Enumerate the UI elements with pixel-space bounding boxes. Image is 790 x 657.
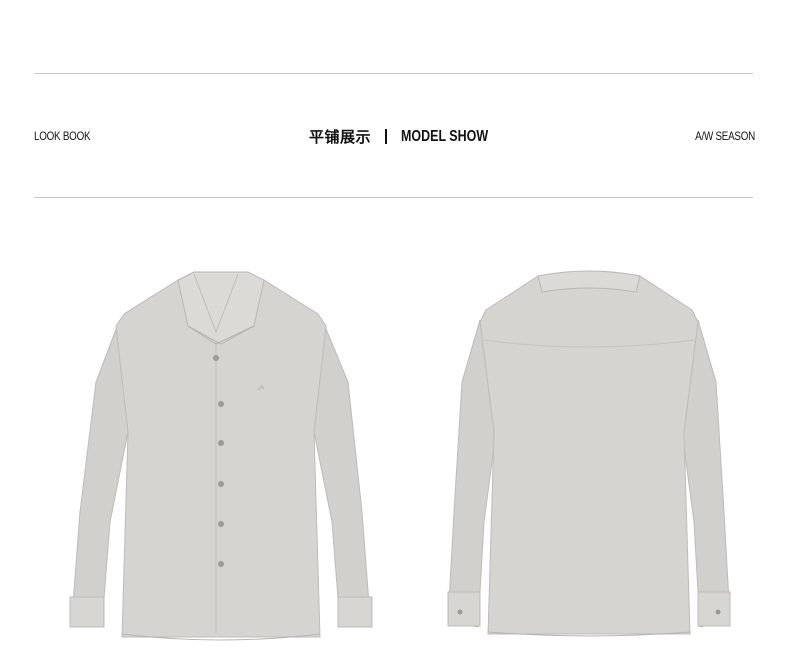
section-header: LOOK BOOK 平铺展示 MODEL SHOW A/W SEASON xyxy=(34,126,755,148)
shirt-back-image xyxy=(446,262,732,642)
right-cuff xyxy=(697,591,731,627)
title-separator xyxy=(385,129,388,144)
shirt-front-image xyxy=(66,262,378,642)
left-cuff xyxy=(69,596,105,628)
bottom-divider xyxy=(34,197,753,198)
top-divider xyxy=(34,73,753,74)
look-book-label: LOOK BOOK xyxy=(34,129,91,143)
title-chinese: 平铺展示 xyxy=(309,128,372,146)
title-english: MODEL SHOW xyxy=(401,127,489,145)
season-label: A/W SEASON xyxy=(695,129,755,143)
section-title: 平铺展示 MODEL SHOW xyxy=(309,126,513,147)
left-sleeve xyxy=(71,323,129,625)
right-sleeve xyxy=(313,323,371,625)
right-cuff xyxy=(337,596,373,628)
shirt-body xyxy=(479,275,699,635)
left-cuff xyxy=(447,591,481,627)
